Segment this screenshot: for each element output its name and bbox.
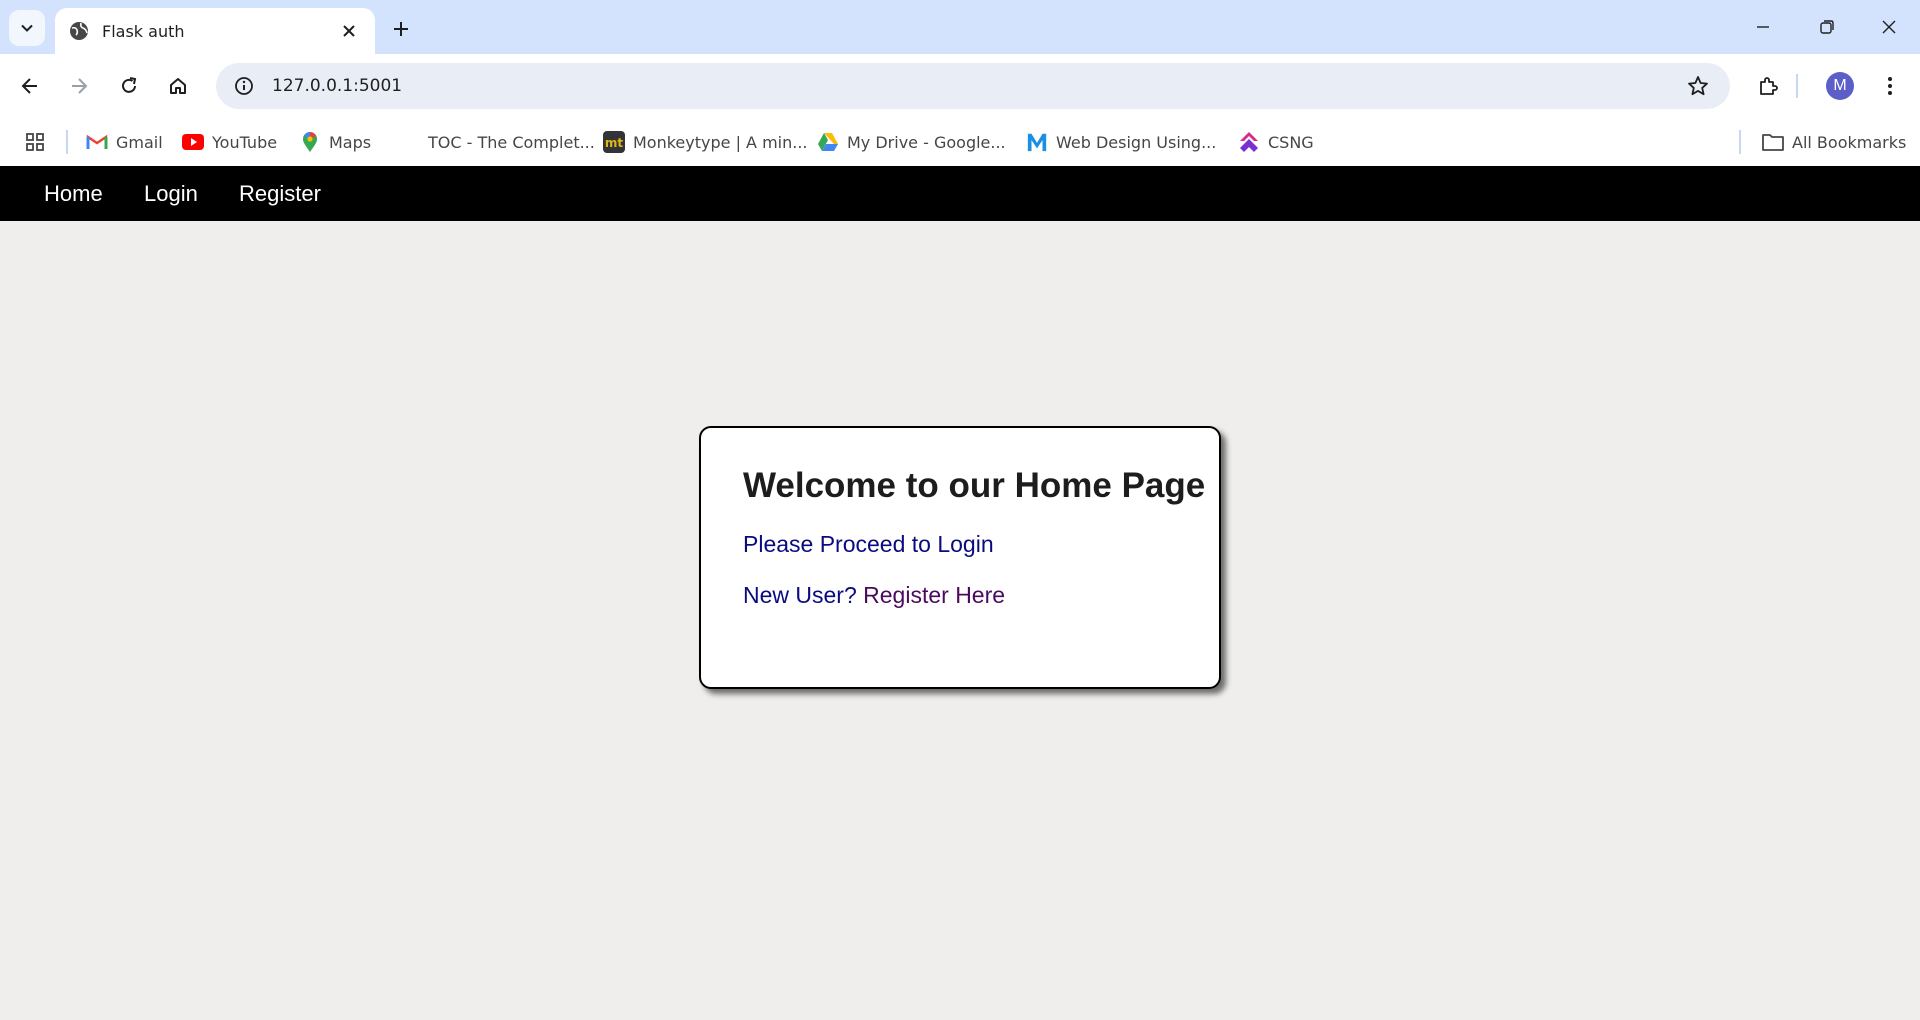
reload-icon bbox=[122, 77, 137, 93]
more-vert-icon bbox=[1888, 77, 1892, 95]
profile-button[interactable]: M bbox=[1822, 68, 1858, 104]
chevron-down-icon bbox=[21, 24, 33, 32]
restore-button[interactable] bbox=[1804, 8, 1850, 46]
m-logo-icon bbox=[1026, 131, 1048, 153]
register-prompt-text: New User? bbox=[743, 582, 864, 608]
browser-toolbar: 127.0.0.1:5001 M bbox=[0, 54, 1920, 118]
minimize-icon bbox=[1757, 26, 1769, 28]
google-drive-icon bbox=[817, 131, 839, 153]
bookmark-maps[interactable]: Maps bbox=[293, 126, 377, 158]
tab-strip: Flask auth bbox=[0, 0, 1920, 54]
forward-button[interactable] bbox=[61, 68, 97, 104]
login-link[interactable]: Login bbox=[937, 531, 993, 557]
restore-icon bbox=[1820, 20, 1834, 34]
bookmark-web-design[interactable]: Web Design Using... bbox=[1020, 126, 1222, 158]
all-bookmarks-button[interactable]: All Bookmarks bbox=[1756, 126, 1912, 158]
apps-button[interactable] bbox=[20, 128, 50, 156]
login-prompt-text: Please Proceed to bbox=[743, 531, 938, 557]
bookmark-csng[interactable]: CSNG bbox=[1232, 126, 1320, 158]
arrow-right-icon bbox=[72, 78, 88, 94]
site-navbar: Home Login Register bbox=[0, 166, 1920, 221]
nav-home-link[interactable]: Home bbox=[44, 166, 103, 221]
menu-button[interactable] bbox=[1872, 68, 1908, 104]
register-prompt: New User? Register Here bbox=[743, 584, 1177, 607]
bookmark-gmail[interactable]: Gmail bbox=[80, 126, 169, 158]
tab-title: Flask auth bbox=[102, 21, 185, 41]
minimize-button[interactable] bbox=[1740, 8, 1786, 46]
bookmark-label: Monkeytype | A min... bbox=[633, 132, 808, 152]
bookmark-toc[interactable]: TOC - The Complet... bbox=[392, 126, 601, 158]
apps-grid-icon bbox=[26, 133, 44, 151]
blank-page-icon bbox=[398, 131, 420, 153]
new-tab-button[interactable] bbox=[385, 13, 417, 45]
bookmark-label: CSNG bbox=[1268, 132, 1314, 152]
reload-button[interactable] bbox=[111, 68, 147, 104]
avatar: M bbox=[1826, 72, 1854, 100]
bookmark-label: Gmail bbox=[116, 132, 163, 152]
csng-icon bbox=[1238, 131, 1260, 153]
register-link[interactable]: Register Here bbox=[863, 582, 1005, 608]
extensions-button[interactable] bbox=[1750, 68, 1786, 104]
bookmark-label: YouTube bbox=[212, 132, 278, 152]
arrow-left-icon bbox=[21, 78, 37, 94]
folder-icon bbox=[1762, 131, 1784, 153]
bookmark-google-drive[interactable]: My Drive - Google... bbox=[811, 126, 1012, 158]
close-window-button[interactable] bbox=[1866, 8, 1912, 46]
bookmarks-divider bbox=[1739, 130, 1741, 154]
monkeytype-icon: mt bbox=[603, 131, 625, 153]
page-title: Welcome to our Home Page bbox=[743, 466, 1206, 505]
close-tab-icon[interactable] bbox=[337, 19, 361, 43]
back-button[interactable] bbox=[12, 68, 48, 104]
all-bookmarks-label: All Bookmarks bbox=[1792, 132, 1907, 152]
nav-register-link[interactable]: Register bbox=[239, 166, 321, 221]
star-icon[interactable] bbox=[1680, 68, 1716, 104]
welcome-card: Welcome to our Home Page Please Proceed … bbox=[699, 426, 1221, 689]
bookmark-label: My Drive - Google... bbox=[847, 132, 1006, 152]
youtube-icon bbox=[182, 131, 204, 153]
bookmarks-bar: Gmail YouTube Maps TOC - The Complet... … bbox=[0, 118, 1920, 166]
toolbar-divider bbox=[1796, 74, 1798, 98]
bookmarks-divider bbox=[66, 130, 68, 154]
globe-icon bbox=[69, 21, 89, 41]
puzzle-icon bbox=[1760, 77, 1778, 95]
gmail-icon bbox=[86, 131, 108, 153]
bookmark-label: TOC - The Complet... bbox=[428, 132, 595, 152]
bookmark-label: Web Design Using... bbox=[1056, 132, 1217, 152]
plus-icon bbox=[394, 22, 408, 36]
tab-search-button[interactable] bbox=[9, 10, 45, 46]
close-icon bbox=[1882, 20, 1896, 34]
svg-text:mt: mt bbox=[605, 136, 624, 150]
bookmark-label: Maps bbox=[329, 132, 372, 152]
address-bar[interactable]: 127.0.0.1:5001 bbox=[216, 63, 1730, 109]
bookmark-youtube[interactable]: YouTube bbox=[176, 126, 283, 158]
maps-icon bbox=[299, 131, 321, 153]
home-button[interactable] bbox=[160, 68, 196, 104]
bookmark-monkeytype[interactable]: mt Monkeytype | A min... bbox=[597, 126, 814, 158]
site-info-icon[interactable] bbox=[224, 66, 264, 106]
active-tab[interactable]: Flask auth bbox=[55, 8, 375, 54]
address-url: 127.0.0.1:5001 bbox=[272, 76, 403, 96]
nav-login-link[interactable]: Login bbox=[144, 166, 198, 221]
home-icon bbox=[170, 78, 186, 94]
login-prompt: Please Proceed to Login bbox=[743, 533, 1177, 556]
